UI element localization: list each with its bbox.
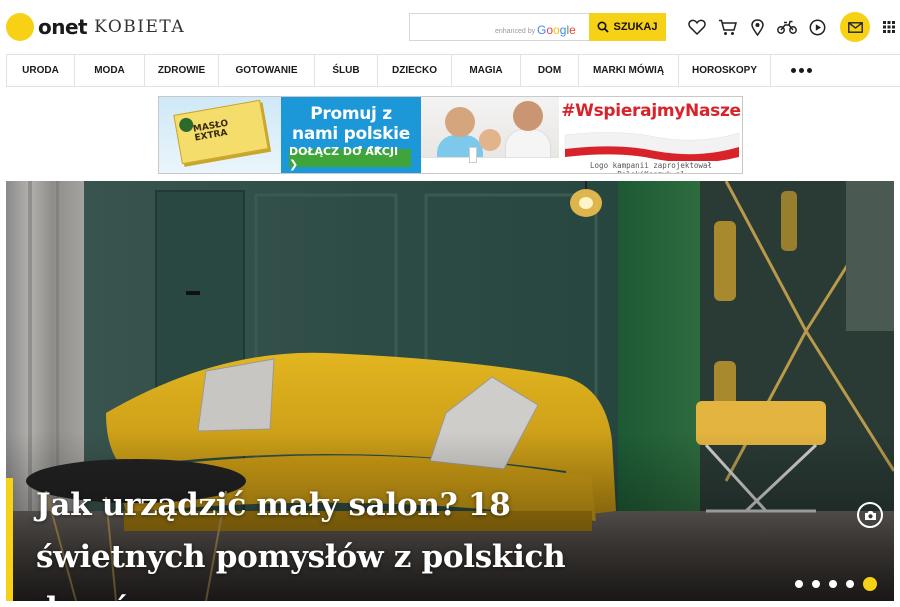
slider-dot[interactable] — [829, 580, 837, 588]
motorbike-icon[interactable] — [776, 16, 798, 38]
search-icon — [597, 21, 610, 33]
google-enhanced-badge: enhanced by Google — [495, 22, 576, 37]
ad-family-photo — [421, 97, 559, 173]
google-letter: G — [537, 23, 547, 37]
nav-item-marki-mowia[interactable]: MARKI MÓWIĄ — [579, 55, 679, 86]
hero-title-accent — [6, 478, 13, 601]
slider-dot-active[interactable] — [863, 577, 877, 591]
search-button[interactable]: SZUKAJ — [589, 13, 666, 41]
header-icons — [686, 12, 900, 42]
play-icon[interactable] — [806, 16, 828, 38]
nav-item-magia[interactable]: MAGIA — [452, 55, 521, 86]
onet-logo-dot — [6, 13, 34, 41]
nav-item-dziecko[interactable]: DZIECKO — [378, 55, 452, 86]
slider-dot[interactable] — [795, 580, 803, 588]
ad-hashtag: #WspierajmyNasze — [561, 101, 741, 121]
enhanced-by-label: enhanced by — [495, 28, 536, 35]
nav-item-dom[interactable]: DOM — [521, 55, 579, 86]
onet-kobieta-logo[interactable]: onet KOBIETA — [6, 12, 185, 42]
search-button-label: SZUKAJ — [613, 21, 658, 33]
site-header: onet KOBIETA enhanced by Google SZUKAJ — [0, 0, 900, 54]
google-letter: e — [569, 23, 576, 37]
hero-article[interactable]: Jak urządzić mały salon? 18 świetnych po… — [6, 181, 894, 601]
nav-item-moda[interactable]: MODA — [75, 55, 145, 86]
ad-join-button[interactable]: DOŁĄCZ DO AKCJI ❯ — [289, 145, 411, 171]
nav-item-uroda[interactable]: URODA — [6, 55, 75, 86]
search-box: enhanced by Google SZUKAJ — [409, 13, 666, 41]
heart-icon[interactable] — [686, 16, 708, 38]
google-letter: o — [553, 23, 560, 37]
ad-text-panel: Promuj z nami polskie marki! DOŁĄCZ DO A… — [281, 97, 421, 173]
nav-item-gotowanie[interactable]: GOTOWANIE — [219, 55, 315, 86]
ad-campaign-panel: #WspierajmyNasze Logo kampanii zaprojekt… — [559, 97, 742, 173]
slider-dot[interactable] — [846, 580, 854, 588]
slider-pagination — [795, 577, 877, 591]
hero-title[interactable]: Jak urządzić mały salon? 18 świetnych po… — [36, 479, 676, 601]
more-dots-icon[interactable] — [771, 55, 831, 86]
ad-banner[interactable]: MASŁO EXTRA Promuj z nami polskie marki!… — [158, 96, 743, 174]
camera-icon[interactable] — [857, 502, 883, 528]
ad-credit: Logo kampanii zaprojektował PolskiKoszyk… — [590, 161, 712, 173]
polish-flag-ribbon — [564, 132, 740, 161]
logo-onet-text: onet — [38, 15, 88, 39]
butter-package: MASŁO EXTRA — [173, 99, 269, 165]
slider-dot[interactable] — [812, 580, 820, 588]
mail-icon[interactable] — [840, 12, 870, 42]
cart-icon[interactable] — [716, 16, 738, 38]
main-nav: URODA MODA ZDROWIE GOTOWANIE ŚLUB DZIECK… — [6, 54, 900, 87]
nav-item-horoskopy[interactable]: HOROSKOPY — [679, 55, 771, 86]
butter-package-label: MASŁO EXTRA — [192, 118, 230, 144]
apps-grid-icon[interactable] — [878, 16, 900, 38]
nav-item-zdrowie[interactable]: ZDROWIE — [145, 55, 219, 86]
location-pin-icon[interactable] — [746, 16, 768, 38]
nav-item-slub[interactable]: ŚLUB — [315, 55, 378, 86]
ad-butter-image: MASŁO EXTRA — [159, 97, 281, 173]
logo-section-text: KOBIETA — [94, 17, 186, 37]
